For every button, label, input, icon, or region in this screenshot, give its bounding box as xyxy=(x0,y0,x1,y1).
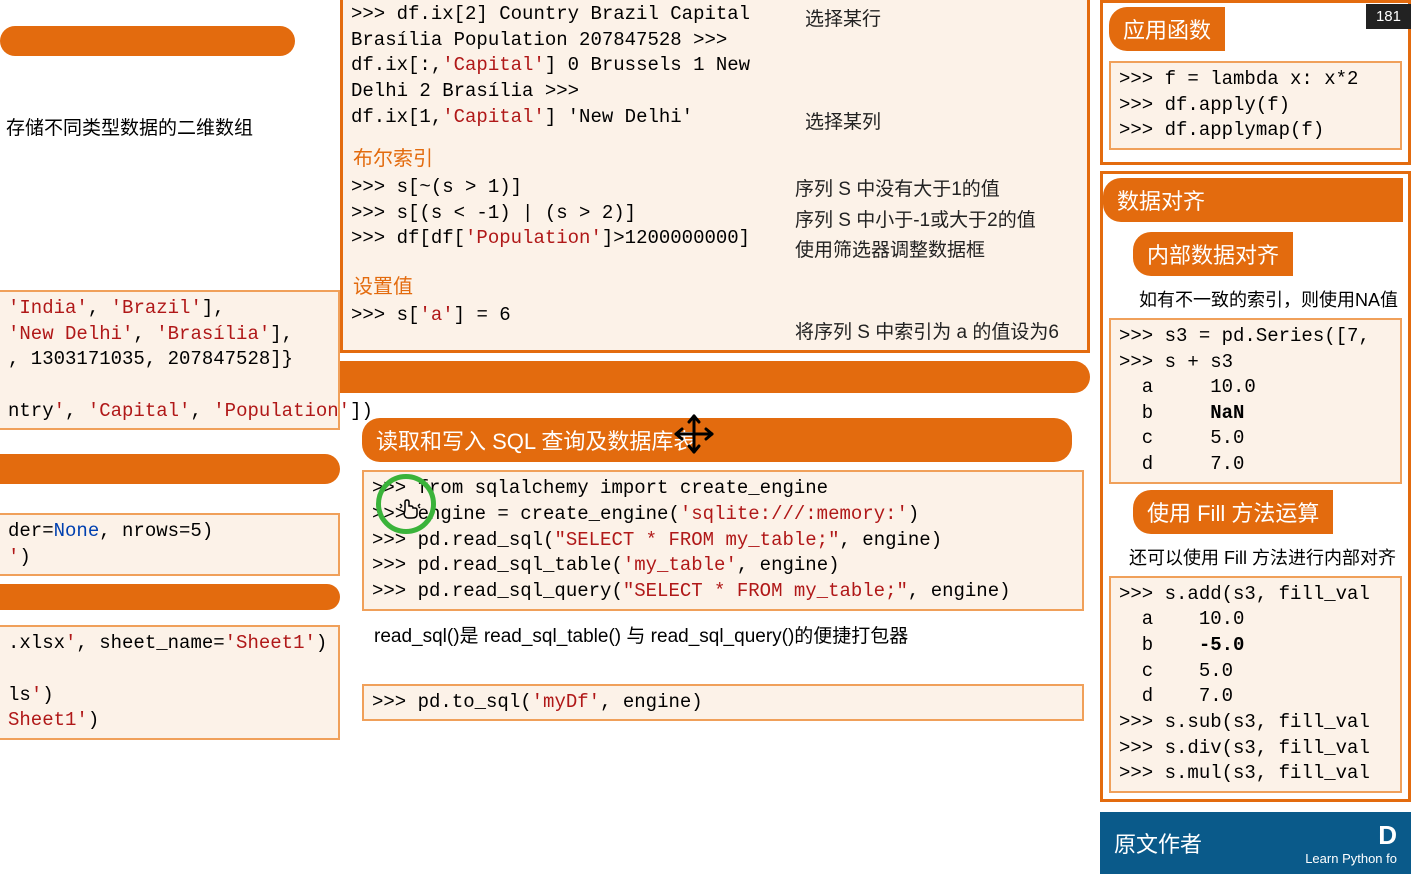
bool2-note: 序列 S 中小于-1或大于2的值 xyxy=(795,206,1079,236)
author-sub2: Learn Python fo xyxy=(1305,851,1397,866)
sql-code-2: >>> pd.to_sql('myDf', engine) xyxy=(362,684,1084,722)
bool-code: >>> s[~(s > 1)] >>> s[(s < -1) | (s > 2)… xyxy=(343,175,787,266)
indexing-annotations: 选择某行 选择某列 xyxy=(797,0,1087,138)
apply-code: >>> f = lambda x: x*2 >>> df.apply(f) >>… xyxy=(1109,61,1402,150)
indexing-code: >>> df.ix[2] Country Brazil Capital Bras… xyxy=(343,0,797,138)
bool3-note: 使用筛选器调整数据框 xyxy=(795,236,1079,266)
left-header-3 xyxy=(0,584,340,610)
right-column: 应用函数 >>> f = lambda x: x*2 >>> df.apply(… xyxy=(1100,0,1411,874)
apply-header: 应用函数 xyxy=(1109,7,1225,51)
mid-column: >>> df.ix[2] Country Brazil Capital Bras… xyxy=(340,0,1100,725)
author-label: 原文作者 xyxy=(1114,827,1202,859)
author-sub1: D xyxy=(1305,820,1397,851)
code-read-excel-frag: .xlsx', sheet_name='Sheet1') ls') Sheet1… xyxy=(0,625,340,740)
ix1cap-out: 'New Delhi' xyxy=(568,106,693,128)
author-header: 原文作者 D Learn Python fo xyxy=(1100,812,1411,874)
set1-note: 将序列 S 中索引为 a 的值设为6 xyxy=(795,317,1079,344)
sel-col-note: 选择某列 xyxy=(805,107,1079,134)
fill-note: 还可以使用 Fill 方法进行内部对齐 xyxy=(1103,538,1408,576)
align-panel: 数据对齐 内部数据对齐 如有不一致的索引，则使用NA值 >>> s3 = pd.… xyxy=(1100,171,1411,802)
mid-bar-blank xyxy=(340,361,1090,393)
align-sub-header: 内部数据对齐 xyxy=(1133,232,1293,276)
code-dataframe-fragment: 'India', 'Brazil'], 'New Delhi', 'Brasíl… xyxy=(0,290,340,430)
code-read-csv-frag: der=None, nrows=5) ') xyxy=(0,513,340,576)
bool-index-header: 布尔索引 xyxy=(343,138,1087,175)
sel-row-note: 选择某行 xyxy=(805,4,1079,31)
count-badge: 181 xyxy=(1366,4,1411,29)
align-header: 数据对齐 xyxy=(1103,178,1403,222)
fill-code: >>> s.add(s3, fill_val a 10.0 b -5.0 c 5… xyxy=(1109,576,1402,793)
sql-code-1: >>> from sqlalchemy import create_engine… xyxy=(362,470,1084,610)
set-annotations: 将序列 S 中索引为 a 的值设为6 xyxy=(787,303,1087,344)
ix2-prompt: >>> df.ix[2] xyxy=(351,3,488,25)
bool-annotations: 序列 S 中没有大于1的值 序列 S 中小于-1或大于2的值 使用筛选器调整数据… xyxy=(787,175,1087,266)
align-note: 如有不一致的索引，则使用NA值 xyxy=(1103,280,1408,318)
left-header-blank xyxy=(0,26,295,56)
indexing-panel: >>> df.ix[2] Country Brazil Capital Bras… xyxy=(340,0,1090,353)
sql-header: 读取和写入 SQL 查询及数据库表 xyxy=(362,418,1072,462)
apply-panel: 应用函数 >>> f = lambda x: x*2 >>> df.apply(… xyxy=(1100,0,1411,165)
left-column: 存储不同类型数据的二维数组 'India', 'Brazil'], 'New D… xyxy=(0,0,340,744)
bool1-note: 序列 S 中没有大于1的值 xyxy=(795,175,1079,205)
set-value-header: 设置值 xyxy=(343,266,1087,303)
left-header-2 xyxy=(0,454,340,484)
desc-2d-array: 存储不同类型数据的二维数组 xyxy=(0,113,340,140)
sql-note: read_sql()是 read_sql_table() 与 read_sql_… xyxy=(362,615,1084,654)
sql-section: 读取和写入 SQL 查询及数据库表 >>> from sqlalchemy im… xyxy=(362,414,1084,721)
set-code: >>> s['a'] = 6 xyxy=(343,303,787,344)
align-code: >>> s3 = pd.Series([7, >>> s + s3 a 10.0… xyxy=(1109,318,1402,484)
fill-header: 使用 Fill 方法运算 xyxy=(1133,490,1333,534)
